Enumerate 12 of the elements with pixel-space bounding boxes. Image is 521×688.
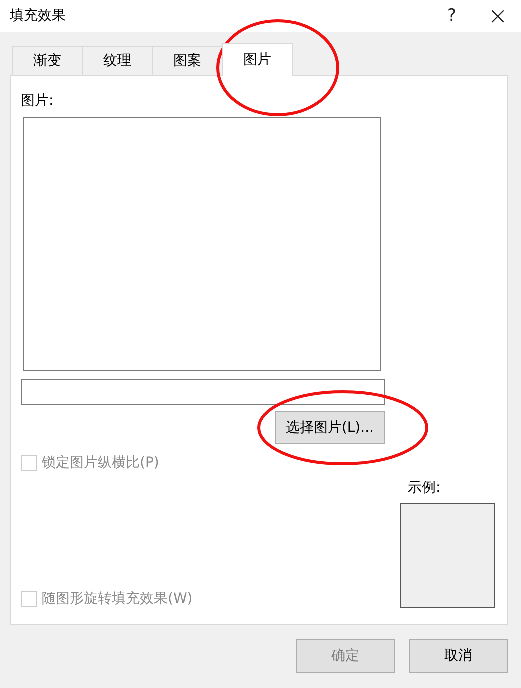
tab[interactable]: 图片 — [222, 43, 293, 76]
checkbox-label: 锁定图片纵横比(P) — [42, 454, 160, 472]
path-field[interactable] — [21, 379, 385, 405]
window-title: 填充效果 — [10, 7, 66, 25]
close-button[interactable]: × — [475, 0, 521, 32]
help-button[interactable]: ? — [429, 0, 475, 32]
sample-label: 示例: — [408, 479, 441, 497]
checkbox-label: 随图形旋转填充效果(W) — [42, 590, 193, 608]
cancel-button[interactable]: 取消 — [409, 639, 508, 673]
picture-label: 图片: — [21, 92, 55, 110]
tab[interactable]: 渐变 — [12, 46, 83, 75]
select-picture-button[interactable]: 选择图片(L)... — [274, 411, 385, 444]
